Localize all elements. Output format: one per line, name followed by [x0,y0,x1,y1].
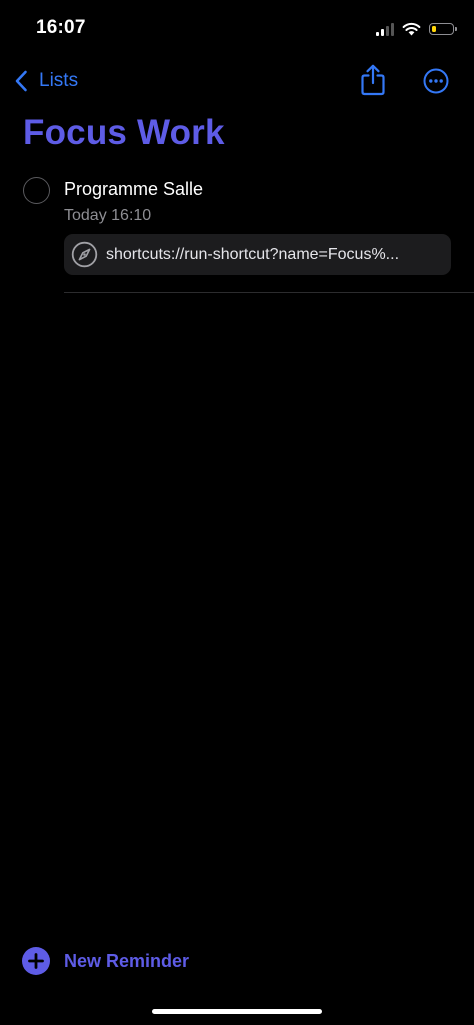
cellular-signal-icon [376,22,394,36]
ellipsis-circle-icon [423,68,449,94]
share-icon [361,64,385,96]
share-button[interactable] [360,63,386,97]
back-button-label: Lists [39,70,79,91]
reminder-date: Today 16:10 [64,207,152,224]
reminder-url-link[interactable]: shortcuts://run-shortcut?name=Focus%... [64,234,451,275]
reminder-item[interactable]: Programme Salle Today 16:10 shortcuts://… [0,170,474,295]
status-icons [376,19,457,39]
chevron-left-icon [15,70,27,92]
item-divider [64,292,474,293]
reminder-title[interactable]: Programme Salle [64,179,203,200]
battery-icon [429,23,457,35]
status-bar: 16:07 [0,0,474,56]
list-title: Focus Work [23,113,225,152]
safari-compass-icon [71,241,98,268]
home-indicator [152,1009,322,1014]
new-reminder-button[interactable]: New Reminder [22,946,189,976]
new-reminder-label: New Reminder [64,950,190,971]
plus-circle-icon [22,947,50,975]
more-button[interactable] [423,68,449,94]
status-time: 16:07 [36,17,86,38]
battery-level [431,25,437,32]
reminder-url-text: shortcuts://run-shortcut?name=Focus%... [106,245,400,263]
back-button[interactable]: Lists [14,67,78,95]
reminder-checkbox[interactable] [23,177,50,204]
wifi-icon [402,22,421,36]
